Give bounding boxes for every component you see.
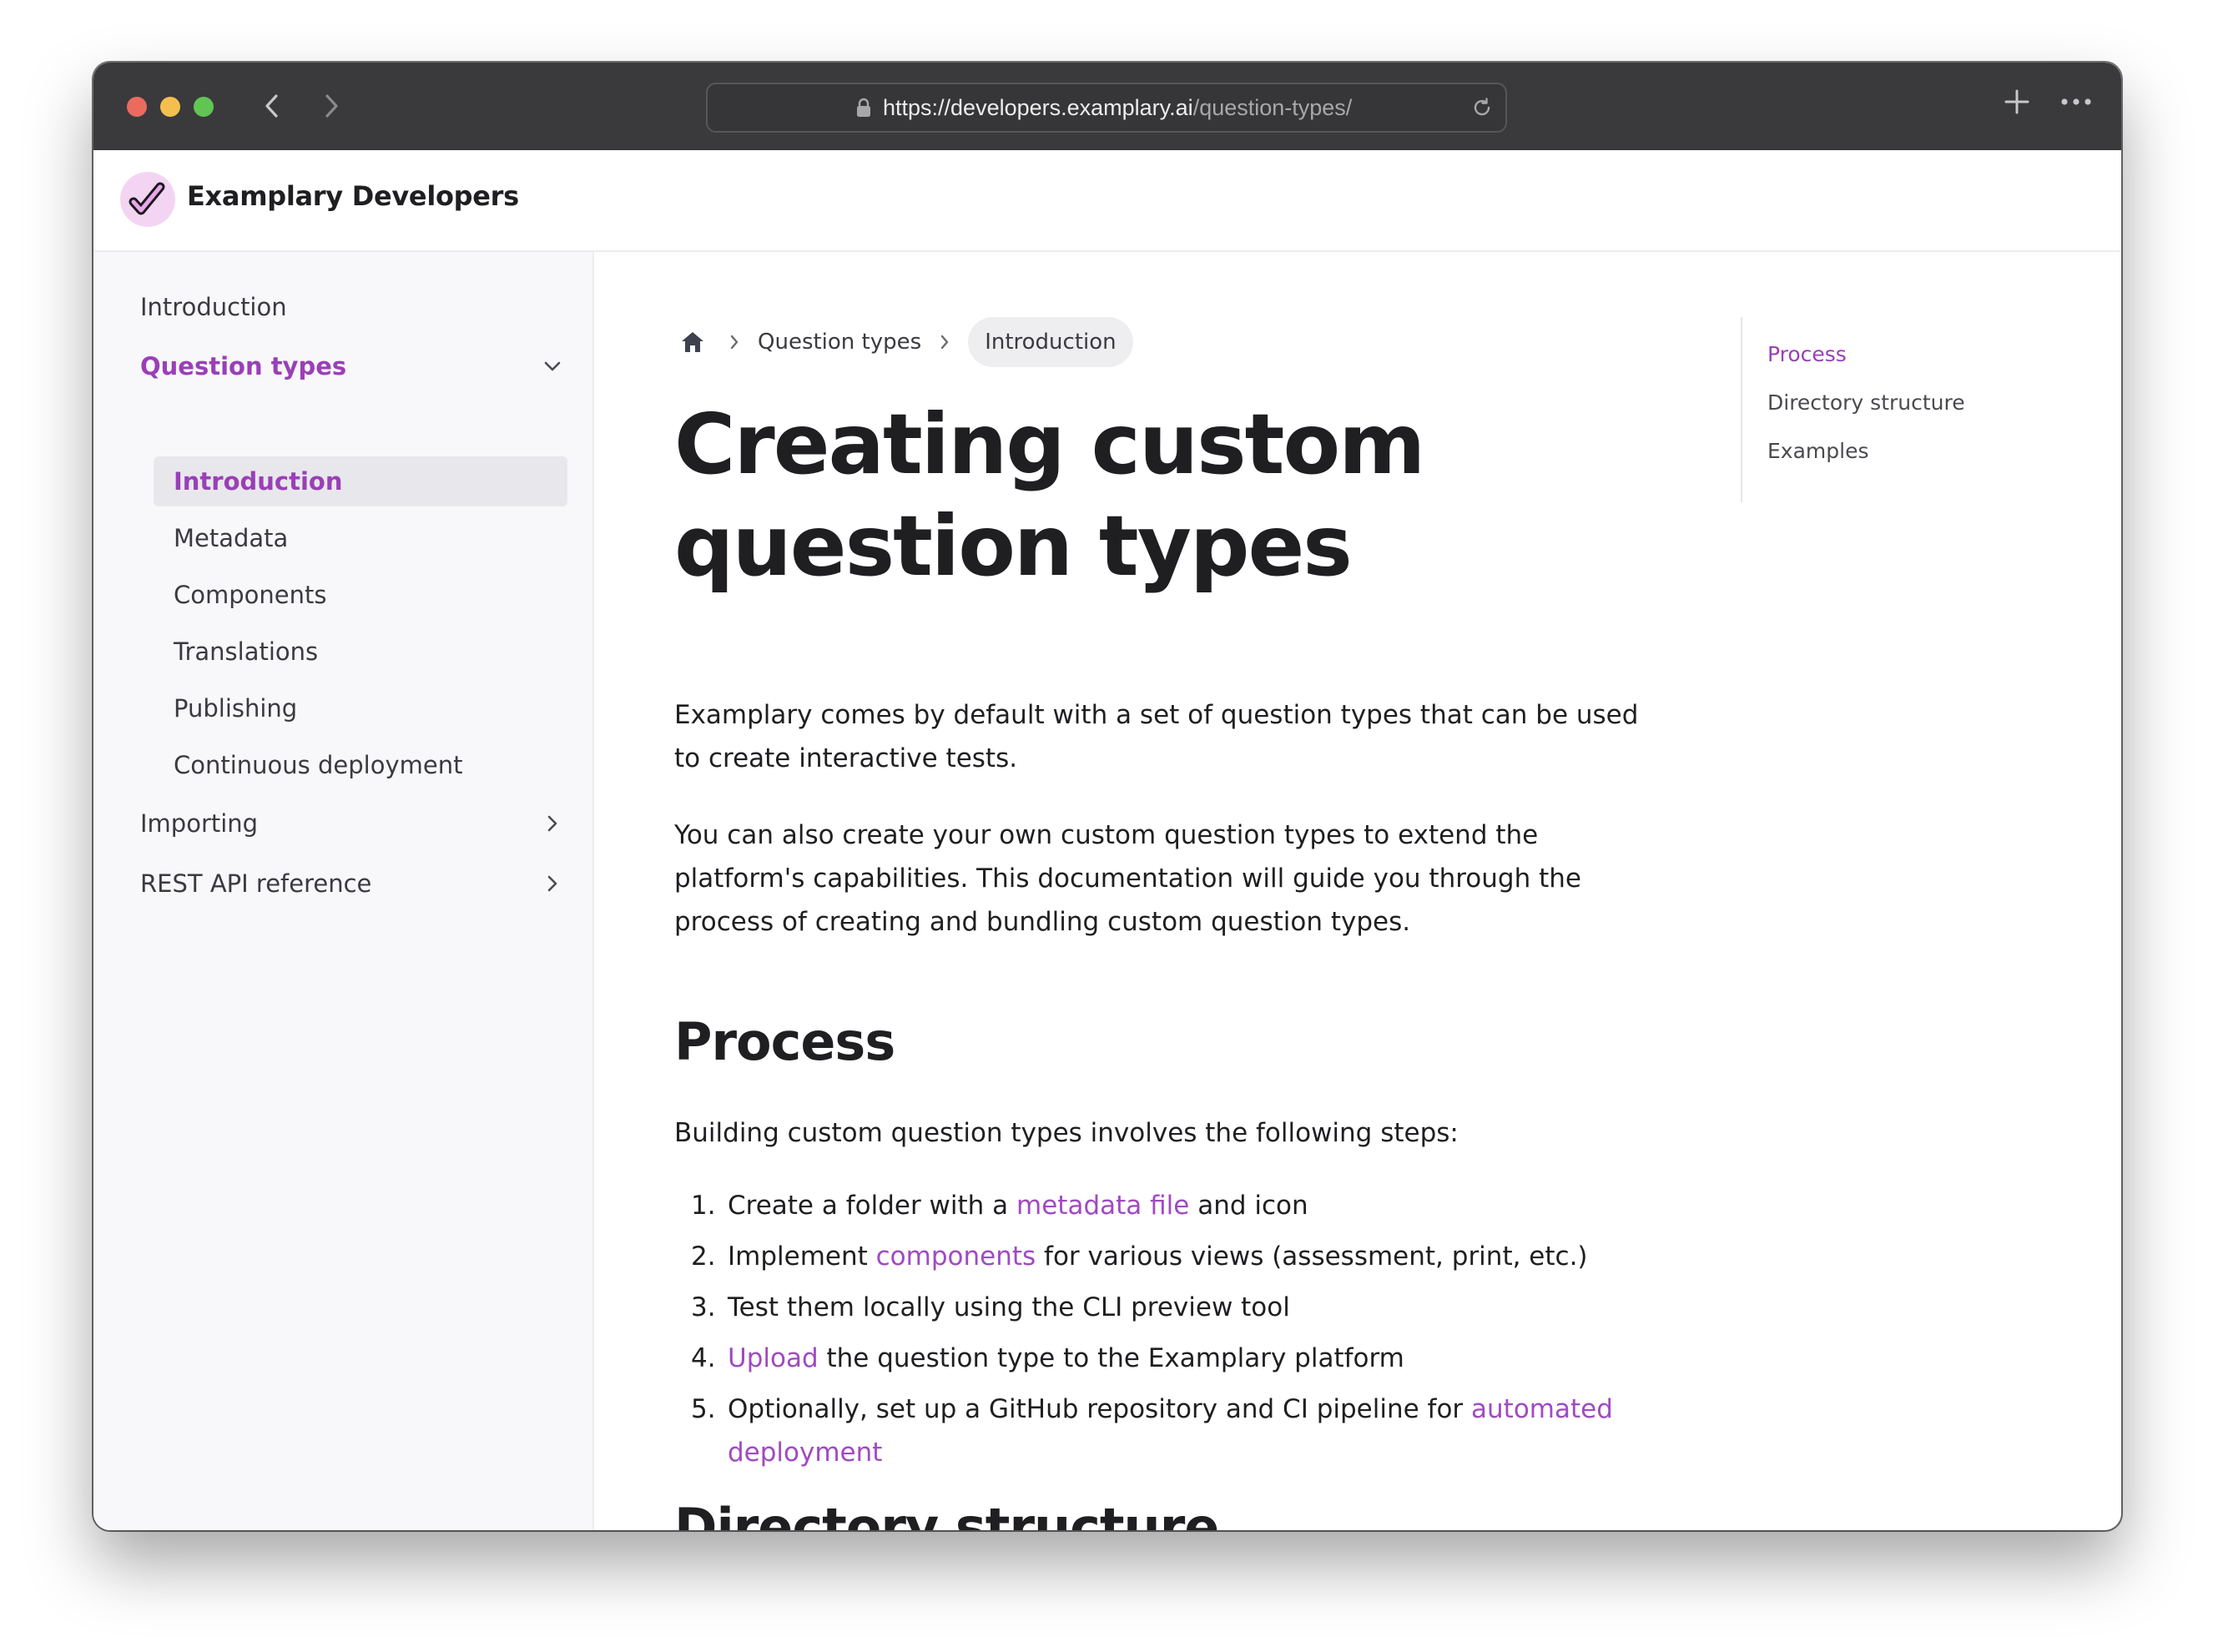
sidebar-item-label: REST API reference xyxy=(140,869,372,898)
toc-item-process[interactable]: Process xyxy=(1767,342,1847,366)
list-item: 2. Implement components for various views… xyxy=(674,1235,1659,1278)
sidebar-subitem-publishing[interactable]: Publishing xyxy=(154,683,567,733)
sidebar-subitem-continuous-deployment[interactable]: Continuous deployment xyxy=(154,740,567,790)
forward-button[interactable] xyxy=(313,88,350,124)
step-text: Optionally, set up a GitHub repository a… xyxy=(728,1394,1472,1424)
list-item: 3. Test them locally using the CLI previe… xyxy=(674,1286,1659,1329)
sidebar-item-rest-api-reference[interactable]: REST API reference xyxy=(140,857,566,910)
sidebar-subitem-components[interactable]: Components xyxy=(154,570,567,620)
table-of-contents: Process Directory structure Examples xyxy=(1741,317,2091,502)
components-link[interactable]: components xyxy=(876,1242,1036,1272)
chevron-right-icon xyxy=(539,810,566,837)
sidebar-item-importing[interactable]: Importing xyxy=(140,797,566,850)
sidebar-subitem-metadata[interactable]: Metadata xyxy=(154,513,567,563)
metadata-file-link[interactable]: metadata file xyxy=(1016,1191,1189,1221)
close-window-button[interactable] xyxy=(127,97,147,117)
browser-titlebar: https://developers.examplary.ai/question… xyxy=(93,63,2121,150)
main-content: Question types Introduction Creating cus… xyxy=(594,252,2121,1530)
home-icon xyxy=(682,332,703,352)
more-icon[interactable] xyxy=(2059,88,2093,116)
sidebar: Introduction Question types Introduction… xyxy=(93,252,594,1530)
step-number: 1. xyxy=(691,1191,716,1221)
chevron-left-icon xyxy=(265,94,278,118)
chevron-right-icon xyxy=(325,94,338,118)
toc-item-directory-structure[interactable]: Directory structure xyxy=(1767,390,1965,415)
step-text: for various views (assessment, print, et… xyxy=(1036,1242,1588,1272)
url-text: https://developers.examplary.ai/question… xyxy=(883,84,1352,131)
minimize-window-button[interactable] xyxy=(160,97,180,117)
process-intro: Building custom question types involves … xyxy=(674,1118,1459,1148)
chevron-right-icon xyxy=(711,334,758,350)
list-item: 1. Create a folder with a metadata file a… xyxy=(674,1184,1659,1227)
chevron-down-icon xyxy=(539,353,566,380)
step-text: Test them locally using the CLI preview … xyxy=(728,1292,1290,1322)
list-item: 5. Optionally, set up a GitHub repository… xyxy=(674,1388,1659,1474)
address-bar[interactable]: https://developers.examplary.ai/question… xyxy=(706,83,1507,133)
examplary-logo-icon[interactable] xyxy=(120,172,175,227)
step-number: 4. xyxy=(691,1343,716,1373)
sidebar-item-question-types[interactable]: Question types xyxy=(140,340,566,393)
url-path: /question-types/ xyxy=(1192,95,1353,120)
browser-window: https://developers.examplary.ai/question… xyxy=(93,63,2121,1530)
directory-structure-heading: Directory structure xyxy=(674,1497,1219,1530)
process-heading: Process xyxy=(674,1011,895,1072)
maximize-window-button[interactable] xyxy=(194,97,214,117)
site-title[interactable]: Examplary Developers xyxy=(187,180,519,212)
step-number: 3. xyxy=(691,1292,716,1322)
new-tab-icon[interactable] xyxy=(2003,88,2031,116)
reload-icon[interactable] xyxy=(1469,94,1495,121)
step-number: 5. xyxy=(691,1394,716,1424)
process-steps-list: 1. Create a folder with a metadata file a… xyxy=(674,1184,1659,1482)
toc-item-examples[interactable]: Examples xyxy=(1767,439,1868,463)
breadcrumb-question-types[interactable]: Question types xyxy=(758,330,921,355)
sidebar-item-label: Question types xyxy=(140,352,347,380)
step-text: Implement xyxy=(728,1242,876,1272)
step-text: and icon xyxy=(1189,1191,1308,1221)
upload-link[interactable]: Upload xyxy=(728,1343,819,1373)
chevron-right-icon xyxy=(921,334,968,350)
step-number: 2. xyxy=(691,1242,716,1272)
sidebar-item-label: Importing xyxy=(140,809,259,838)
back-button[interactable] xyxy=(254,88,290,124)
page-title: Creating custom question types xyxy=(674,395,1425,595)
sidebar-item-introduction[interactable]: Introduction xyxy=(140,280,566,334)
breadcrumb: Question types Introduction xyxy=(674,317,1133,367)
site-header: Examplary Developers xyxy=(93,150,2121,252)
step-text: the question type to the Examplary platf… xyxy=(818,1343,1404,1373)
chevron-right-icon xyxy=(539,870,566,897)
intro-paragraph-2: You can also create your own custom ques… xyxy=(674,820,1581,937)
intro-paragraph: Examplary comes by default with a set of… xyxy=(674,700,1639,773)
list-item: 4. Upload the question type to the Exampl… xyxy=(674,1337,1659,1380)
breadcrumb-home[interactable] xyxy=(674,324,711,360)
url-host: https://developers.examplary.ai xyxy=(883,95,1193,120)
sidebar-subitem-translations[interactable]: Translations xyxy=(154,627,567,677)
sidebar-subitem-introduction[interactable]: Introduction xyxy=(154,456,567,506)
breadcrumb-current: Introduction xyxy=(968,317,1133,367)
lock-icon xyxy=(857,98,870,117)
step-text: Create a folder with a xyxy=(728,1191,1017,1221)
sidebar-item-label: Introduction xyxy=(140,293,287,321)
